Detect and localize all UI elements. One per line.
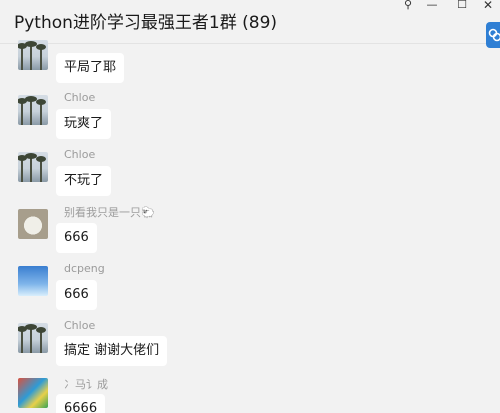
message-bubble[interactable]: 玩爽了 (56, 109, 112, 139)
side-panel-tab[interactable] (486, 22, 500, 48)
message-bubble[interactable]: 666 (56, 280, 97, 310)
tree-avatar[interactable] (18, 152, 48, 182)
dcpeng-avatar[interactable] (18, 266, 48, 296)
colorful-avatar[interactable] (18, 378, 48, 408)
link-icon (488, 28, 500, 42)
message-bubble[interactable]: 不玩了 (56, 166, 112, 196)
maximize-button[interactable]: ☐ (452, 0, 472, 12)
minimize-button[interactable]: — (422, 0, 442, 12)
title-bar: Python进阶学习最强王者1群 (89) ⚲ — ☐ ✕ (0, 0, 500, 44)
sender-name: 冫马讠成 (64, 378, 108, 391)
sender-name: Chloe (64, 148, 96, 161)
message-bubble[interactable]: 搞定 谢谢大佬们 (56, 336, 168, 366)
tree-avatar[interactable] (18, 40, 48, 70)
chat-title: Python进阶学习最强王者1群 (89) (14, 13, 278, 33)
tree-avatar[interactable] (18, 323, 48, 353)
message-bubble[interactable]: 6666 (56, 394, 106, 413)
sender-name: Chloe (64, 91, 96, 104)
message-bubble[interactable]: 平局了耶 (56, 53, 125, 83)
tree-avatar[interactable] (18, 95, 48, 125)
cat-avatar[interactable] (18, 209, 48, 239)
message-bubble[interactable]: 666 (56, 223, 97, 253)
pin-icon[interactable]: ⚲ (398, 0, 418, 12)
sender-name: Chloe (64, 319, 96, 332)
sender-name: dcpeng (64, 262, 105, 275)
close-button[interactable]: ✕ (478, 0, 498, 12)
sender-name: 别看我只是一只🐑 (64, 206, 155, 219)
